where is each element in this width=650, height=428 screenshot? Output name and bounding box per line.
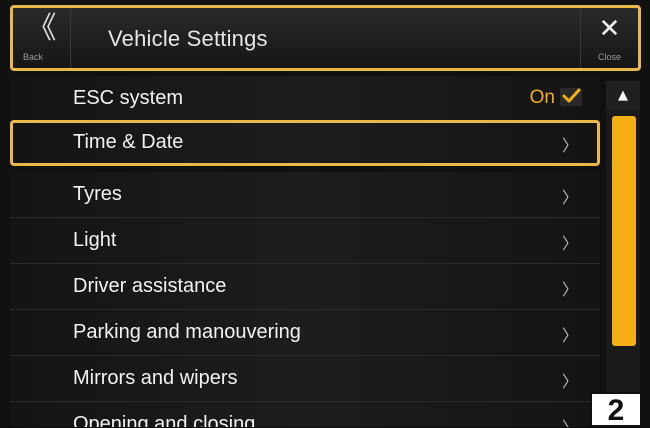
chevron-right-icon: 〉: [561, 234, 578, 253]
list-item-label: Driver assistance: [73, 275, 227, 297]
screen: 《 Back Vehicle Settings ✕ Close ESC syst…: [0, 0, 650, 427]
title-bar: 《 Back Vehicle Settings ✕ Close: [10, 5, 641, 71]
list-item-opening-closing[interactable]: Opening and closing 〉: [10, 402, 600, 427]
back-label: Back: [23, 52, 44, 62]
checkmark-icon: [562, 88, 581, 103]
close-button[interactable]: ✕ Close: [580, 8, 638, 68]
settings-list: ESC system On Time & Date 〉 Tyres 〉 Ligh…: [10, 76, 600, 427]
chevron-right-icon: 〉: [561, 326, 578, 345]
list-item-time-date[interactable]: Time & Date 〉: [10, 120, 600, 166]
scroll-up-button[interactable]: ▲: [606, 81, 640, 109]
chevron-right-icon: 〉: [561, 188, 578, 207]
list-item-label: Tyres: [73, 183, 122, 205]
back-button[interactable]: 《 Back: [13, 8, 71, 68]
checkbox[interactable]: [560, 88, 582, 106]
list-item-esc-system[interactable]: ESC system On: [10, 76, 600, 122]
list-item-label: Mirrors and wipers: [73, 367, 238, 389]
page-number-badge: 2: [590, 392, 642, 427]
chevron-right-icon: 〉: [561, 136, 578, 155]
close-icon: ✕: [598, 14, 621, 44]
back-icon: 《: [26, 11, 57, 46]
chevron-right-icon: 〉: [562, 414, 578, 427]
chevron-right-icon: 〉: [561, 280, 578, 299]
list-item-tyres[interactable]: Tyres 〉: [10, 172, 600, 218]
list-item-mirrors-wipers[interactable]: Mirrors and wipers 〉: [10, 356, 600, 402]
list-item-label: ESC system: [73, 87, 184, 109]
list-item-light[interactable]: Light 〉: [10, 218, 600, 264]
list-item-driver-assistance[interactable]: Driver assistance 〉: [10, 264, 600, 310]
list-item-label: Light: [73, 229, 117, 251]
close-label: Close: [597, 52, 621, 62]
page-title: Vehicle Settings: [108, 26, 268, 51]
list-item-label: Time & Date: [73, 131, 184, 153]
scrollbar-thumb[interactable]: [612, 116, 636, 346]
chevron-right-icon: 〉: [561, 372, 578, 391]
list-item-parking[interactable]: Parking and manouvering 〉: [10, 310, 600, 356]
list-item-label: Opening and closing: [73, 413, 256, 427]
list-item-label: Parking and manouvering: [73, 321, 301, 343]
toggle-state-label: On: [529, 87, 555, 108]
